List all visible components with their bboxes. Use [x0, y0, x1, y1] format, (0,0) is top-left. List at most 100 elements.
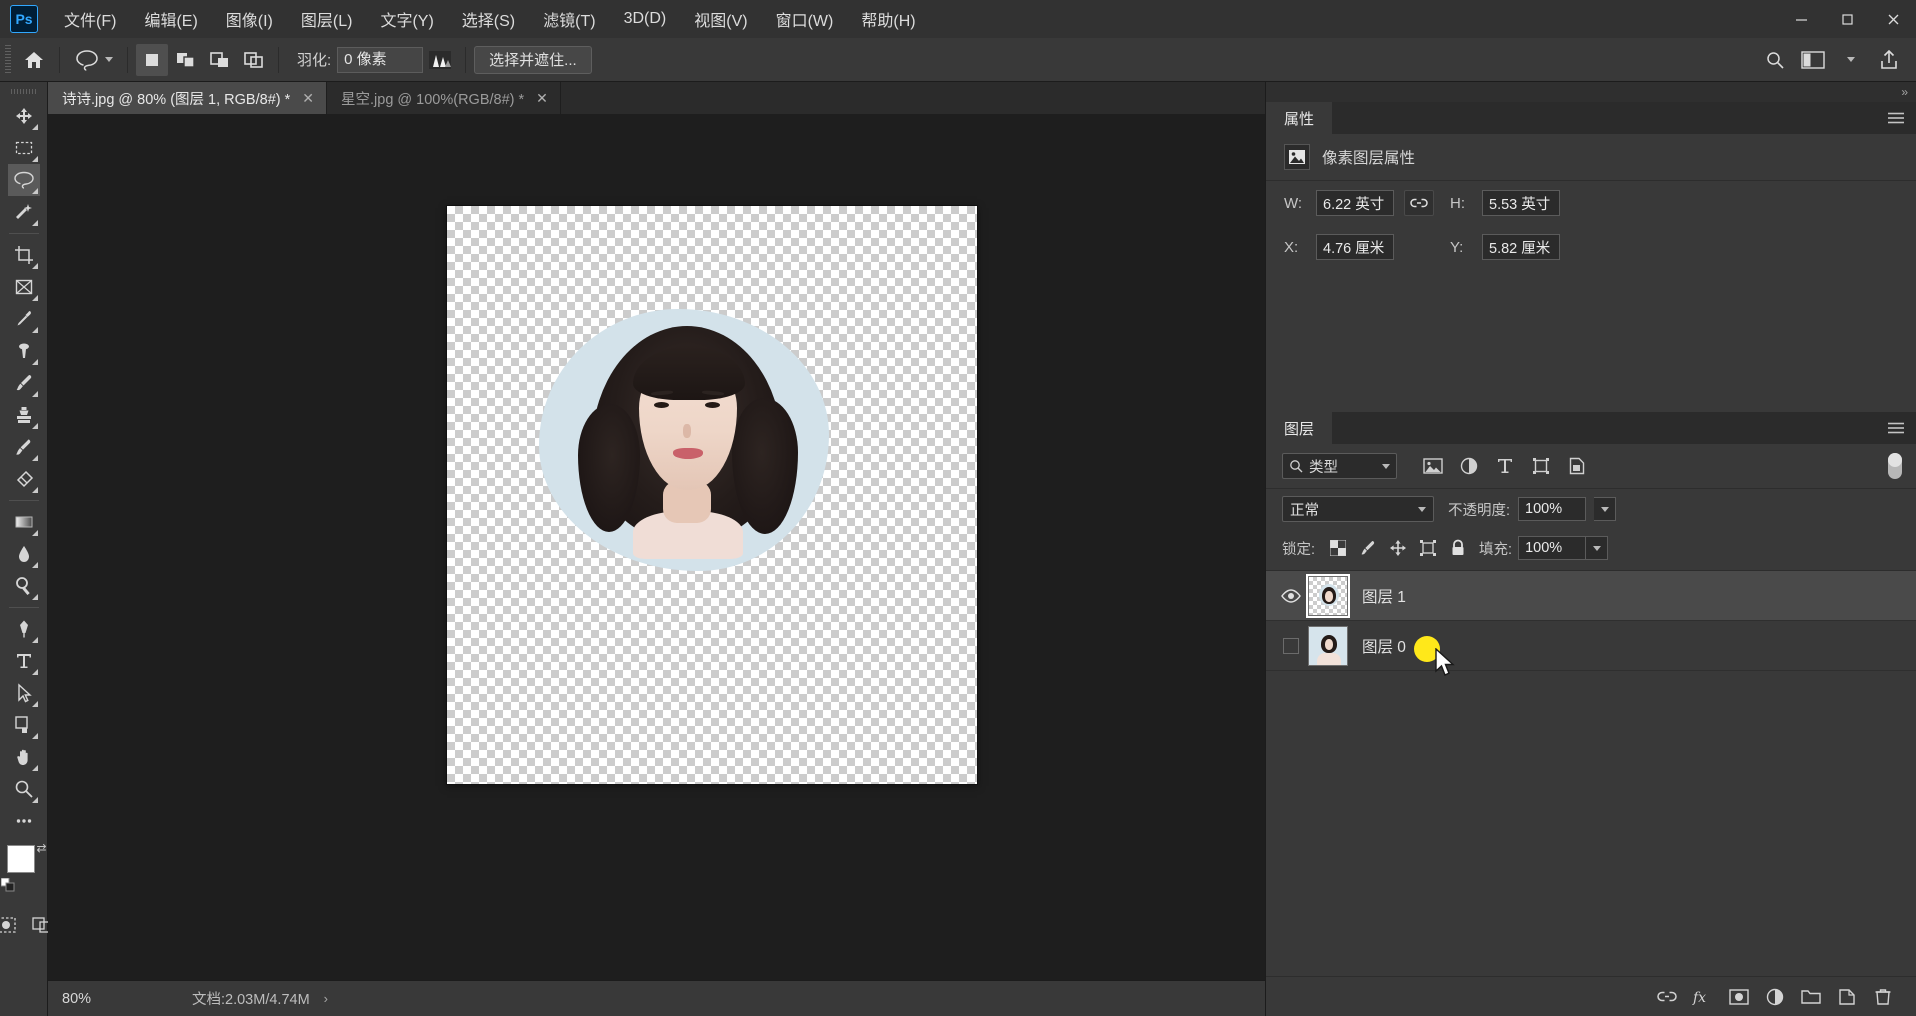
frame-tool[interactable] — [8, 271, 40, 303]
type-tool[interactable] — [8, 645, 40, 677]
more-tools-button[interactable] — [8, 805, 40, 837]
search-button[interactable] — [1758, 43, 1792, 77]
width-field[interactable]: 6.22 英寸 — [1316, 190, 1394, 216]
workspace-chevron-button[interactable] — [1834, 43, 1868, 77]
brush-tool[interactable] — [8, 367, 40, 399]
document-tab-1[interactable]: 诗诗.jpg @ 80% (图层 1, RGB/8#) * ✕ — [48, 82, 327, 114]
maximize-button[interactable] — [1824, 0, 1870, 38]
subtract-from-selection-button[interactable] — [204, 44, 236, 76]
tab-layers[interactable]: 图层 — [1266, 412, 1333, 444]
add-to-selection-button[interactable] — [170, 44, 202, 76]
fill-input[interactable]: 100% — [1518, 536, 1587, 560]
new-layer-icon[interactable] — [1830, 982, 1864, 1012]
status-expand-icon[interactable]: › — [324, 991, 328, 1006]
layer-mask-icon[interactable] — [1722, 982, 1756, 1012]
document-tab-2[interactable]: 星空.jpg @ 100%(RGB/8#) * ✕ — [327, 82, 561, 114]
menu-window[interactable]: 窗口(W) — [762, 0, 848, 38]
shape-filter-icon[interactable] — [1523, 452, 1559, 480]
new-selection-button[interactable] — [136, 43, 168, 76]
link-layers-icon[interactable] — [1650, 982, 1684, 1012]
layer-2-visibility-toggle[interactable] — [1274, 637, 1308, 654]
select-and-mask-button[interactable]: 选择并遮住... — [474, 45, 592, 74]
menu-type[interactable]: 文字(Y) — [366, 0, 447, 38]
lasso-tool[interactable] — [7, 164, 40, 196]
share-button[interactable] — [1872, 43, 1906, 77]
history-brush-tool[interactable] — [8, 431, 40, 463]
close-button[interactable] — [1870, 0, 1916, 38]
opacity-dropdown-button[interactable] — [1594, 497, 1617, 521]
menu-file[interactable]: 文件(F) — [50, 0, 130, 38]
pen-tool[interactable] — [8, 613, 40, 645]
quick-selection-tool[interactable] — [8, 196, 40, 228]
zoom-tool[interactable] — [8, 773, 40, 805]
default-colors-icon[interactable] — [0, 877, 15, 897]
document-tab-2-close-icon[interactable]: ✕ — [536, 90, 548, 107]
workspace-button[interactable] — [1796, 43, 1830, 77]
move-tool[interactable] — [8, 100, 40, 132]
gradient-tool[interactable] — [8, 506, 40, 538]
menu-view[interactable]: 视图(V) — [680, 0, 761, 38]
zoom-level[interactable]: 80% — [62, 991, 122, 1007]
blur-tool[interactable] — [8, 538, 40, 570]
adjustment-filter-icon[interactable] — [1451, 452, 1487, 480]
canvas-area[interactable] — [48, 114, 1265, 980]
blend-mode-select[interactable]: 正常 — [1282, 496, 1434, 522]
document-canvas[interactable] — [447, 206, 977, 784]
lock-artboard-icon[interactable] — [1413, 535, 1443, 561]
menu-select[interactable]: 选择(S) — [448, 0, 529, 38]
lock-transparency-icon[interactable] — [1323, 535, 1353, 561]
antialias-button[interactable] — [423, 45, 457, 75]
crop-tool[interactable] — [8, 239, 40, 271]
menu-layer[interactable]: 图层(L) — [287, 0, 367, 38]
panel-collapse-bar[interactable]: » — [1266, 82, 1916, 102]
menu-image[interactable]: 图像(I) — [212, 0, 287, 38]
properties-panel-menu-button[interactable] — [1876, 102, 1916, 134]
adjustment-layer-icon[interactable] — [1758, 982, 1792, 1012]
healing-brush-tool[interactable] — [8, 335, 40, 367]
layer-style-icon[interactable]: fx — [1686, 982, 1720, 1012]
fill-dropdown-button[interactable] — [1586, 536, 1609, 560]
quick-mask-button[interactable] — [0, 909, 22, 941]
layer-1-visibility-toggle[interactable] — [1274, 588, 1308, 603]
clone-stamp-tool[interactable] — [8, 399, 40, 431]
eraser-tool[interactable] — [8, 463, 40, 495]
layer-row-2[interactable]: 图层 0 — [1266, 621, 1916, 671]
link-dimensions-button[interactable] — [1404, 190, 1434, 216]
type-filter-icon[interactable] — [1487, 452, 1523, 480]
layer-1-thumbnail[interactable] — [1306, 573, 1350, 618]
menu-help[interactable]: 帮助(H) — [847, 0, 929, 38]
foreground-color-swatch[interactable] — [6, 845, 35, 873]
menu-3d[interactable]: 3D(D) — [610, 0, 681, 38]
layer-row-1[interactable]: 图层 1 — [1266, 571, 1916, 621]
layer-2-thumbnail[interactable] — [1308, 625, 1348, 666]
path-selection-tool[interactable] — [8, 677, 40, 709]
new-group-icon[interactable] — [1794, 982, 1828, 1012]
menu-filter[interactable]: 滤镜(T) — [529, 0, 609, 38]
tab-properties[interactable]: 属性 — [1266, 102, 1333, 134]
minimize-button[interactable] — [1778, 0, 1824, 38]
swap-colors-icon[interactable]: ⇄ — [36, 841, 46, 855]
lock-position-icon[interactable] — [1383, 535, 1413, 561]
lock-image-icon[interactable] — [1353, 535, 1383, 561]
height-field[interactable]: 5.53 英寸 — [1482, 190, 1560, 216]
delete-layer-icon[interactable] — [1866, 982, 1900, 1012]
collapse-panels-icon[interactable]: » — [1901, 85, 1908, 99]
intersect-selection-button[interactable] — [238, 44, 270, 76]
y-field[interactable]: 5.82 厘米 — [1482, 234, 1560, 260]
lock-all-icon[interactable] — [1443, 535, 1473, 561]
marquee-tool[interactable] — [8, 132, 40, 164]
dodge-tool[interactable] — [8, 570, 40, 602]
opacity-input[interactable]: 100% — [1518, 497, 1587, 521]
feather-input[interactable]: 0 像素 — [337, 46, 424, 73]
layer-filter-type-select[interactable]: 类型 — [1282, 453, 1397, 479]
shape-tool[interactable] — [8, 709, 40, 741]
layers-panel-menu-button[interactable] — [1876, 412, 1916, 444]
options-bar-grip[interactable] — [3, 44, 13, 75]
document-tab-1-close-icon[interactable]: ✕ — [302, 90, 314, 107]
smart-object-filter-icon[interactable] — [1559, 452, 1595, 480]
x-field[interactable]: 4.76 厘米 — [1316, 234, 1394, 260]
home-button[interactable] — [17, 43, 51, 77]
eyedropper-tool[interactable] — [8, 303, 40, 335]
hand-tool[interactable] — [8, 741, 40, 773]
pixel-filter-icon[interactable] — [1415, 452, 1451, 480]
